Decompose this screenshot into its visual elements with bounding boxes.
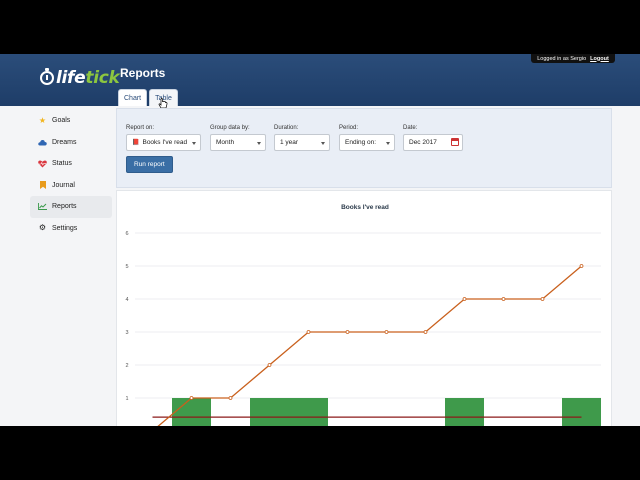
sidebar-item-reports[interactable]: Reports	[30, 196, 112, 218]
sidebar-nav: ★ Goals Dreams Status Journal Reports ⚙ …	[30, 110, 112, 239]
user-bar: Logged in as Sergio Logout	[531, 54, 615, 63]
sidebar-item-status[interactable]: Status	[30, 153, 112, 175]
chevron-down-icon	[257, 142, 261, 145]
data-point	[501, 297, 506, 301]
chart-line-icon	[38, 202, 47, 211]
chevron-down-icon	[321, 142, 325, 145]
sidebar-item-label: Reports	[52, 203, 77, 211]
bar	[289, 398, 328, 426]
group-by-value: Month	[216, 139, 235, 146]
duration-select[interactable]: 1 year	[274, 134, 330, 151]
star-icon: ★	[38, 115, 47, 125]
data-point	[462, 297, 467, 301]
period-field: Period: Ending on:	[339, 125, 395, 151]
logo-wordmark: lifetick	[56, 68, 120, 88]
app-window: lifetick Reports Logged in as Sergio Log…	[0, 54, 640, 426]
run-report-button[interactable]: Run report	[126, 156, 173, 173]
chart-title: Books I've read	[341, 204, 389, 211]
data-point	[423, 330, 428, 334]
stopwatch-icon	[40, 68, 54, 85]
report-on-label: Report on:	[126, 125, 155, 131]
report-tabs: Chart Table	[118, 89, 178, 106]
y-tick-label: 3	[125, 330, 128, 336]
data-point	[345, 330, 350, 334]
book-icon: 📕	[132, 140, 140, 146]
sidebar-item-label: Goals	[52, 117, 71, 125]
sidebar-item-label: Dreams	[52, 138, 77, 146]
app-header: lifetick Reports Logged in as Sergio Log…	[0, 54, 640, 106]
bookmark-icon	[38, 181, 47, 190]
bar	[445, 398, 484, 426]
period-label: Period:	[339, 125, 359, 131]
group-by-select[interactable]: Month	[210, 134, 266, 151]
report-chart: Books I've read 1 2 3 4 5 6	[125, 204, 601, 426]
group-by-label: Group data by:	[210, 125, 250, 131]
data-point	[189, 396, 194, 400]
data-point	[228, 396, 233, 400]
cloud-icon	[38, 138, 47, 147]
gear-icon: ⚙	[38, 223, 47, 233]
bar	[172, 398, 211, 426]
report-on-value: Books I've read	[142, 139, 188, 146]
sidebar-item-label: Journal	[52, 181, 75, 189]
sidebar-item-dreams[interactable]: Dreams	[30, 132, 112, 154]
data-point	[384, 330, 389, 334]
report-on-field: Report on: 📕 Books I've read	[126, 125, 201, 151]
sidebar-item-settings[interactable]: ⚙ Settings	[30, 218, 112, 240]
y-tick-label: 1	[125, 396, 128, 402]
logged-in-label: Logged in as Sergio	[537, 55, 587, 62]
data-point	[540, 297, 545, 301]
date-value: Dec 2017	[409, 139, 437, 146]
data-point	[267, 363, 272, 367]
y-tick-label: 5	[125, 264, 128, 270]
report-on-select[interactable]: 📕 Books I've read	[126, 134, 201, 151]
sidebar-item-label: Status	[52, 160, 72, 168]
cumulative-line	[157, 265, 582, 426]
chart-panel: Books I've read 1 2 3 4 5 6	[116, 190, 612, 426]
period-value: Ending on:	[345, 139, 377, 146]
duration-value: 1 year	[280, 139, 299, 146]
date-input[interactable]: Dec 2017	[403, 134, 463, 151]
chevron-down-icon	[192, 142, 196, 145]
group-by-field: Group data by: Month	[210, 125, 266, 151]
report-filters-panel: Report on: 📕 Books I've read Group data …	[116, 108, 612, 188]
period-select[interactable]: Ending on:	[339, 134, 395, 151]
data-point	[579, 264, 584, 268]
bar	[250, 398, 289, 426]
tab-chart[interactable]: Chart	[118, 89, 148, 106]
date-label: Date:	[403, 125, 418, 131]
sidebar-item-label: Settings	[52, 224, 78, 232]
date-field: Date: Dec 2017	[403, 125, 463, 151]
y-tick-label: 4	[125, 297, 128, 303]
y-tick-label: 2	[125, 363, 128, 369]
bar	[562, 398, 601, 426]
sidebar-item-goals[interactable]: ★ Goals	[30, 110, 112, 132]
heart-pulse-icon	[38, 159, 47, 168]
logout-link[interactable]: Logout	[590, 56, 609, 62]
y-tick-label: 6	[125, 231, 128, 237]
sidebar-item-journal[interactable]: Journal	[30, 175, 112, 197]
duration-label: Duration:	[274, 125, 299, 131]
lifetick-logo[interactable]: lifetick	[40, 68, 120, 88]
page-title: Reports	[120, 66, 166, 80]
data-point	[306, 330, 311, 334]
chevron-down-icon	[386, 142, 390, 145]
duration-field: Duration: 1 year	[274, 125, 330, 151]
calendar-icon[interactable]	[451, 138, 459, 146]
